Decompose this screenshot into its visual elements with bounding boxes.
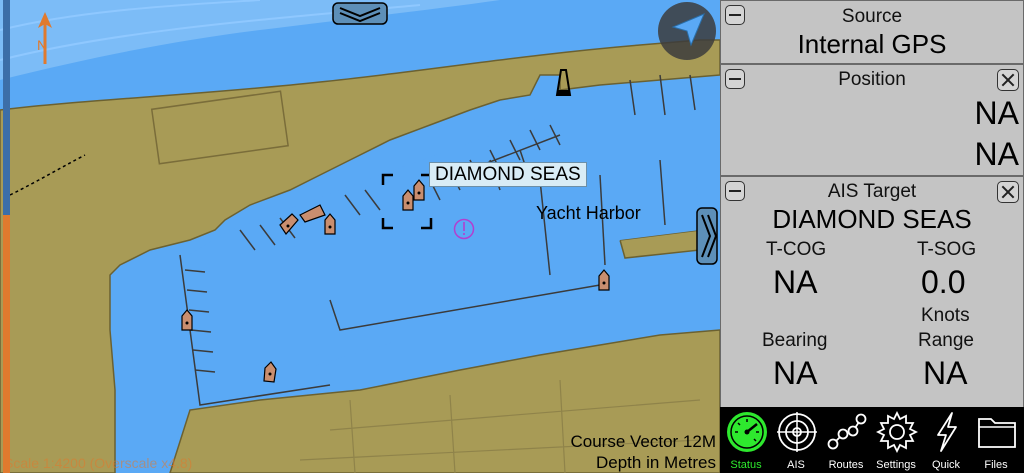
toolbar-routes-button[interactable]: Routes bbox=[821, 407, 871, 473]
toolbar-files-label: Files bbox=[984, 459, 1008, 471]
toolbar-settings-label: Settings bbox=[876, 459, 916, 471]
toolbar-routes-label: Routes bbox=[828, 459, 864, 471]
toolbar-settings-button[interactable]: Settings bbox=[871, 407, 921, 473]
harbor-label: Yacht Harbor bbox=[536, 203, 641, 223]
tcog-value: NA bbox=[773, 264, 818, 300]
depth-units-label: Depth in Metres bbox=[596, 453, 716, 472]
compass-button[interactable] bbox=[658, 2, 716, 60]
toolbar-status-button[interactable]: Status bbox=[721, 407, 771, 473]
scale-label: Scale 1:4200 (Overscale x4.8) bbox=[4, 455, 193, 471]
chevron-right-icon[interactable] bbox=[696, 207, 718, 265]
position-longitude: NA bbox=[974, 136, 1019, 172]
toolbar-files-button[interactable]: Files bbox=[971, 407, 1021, 473]
toolbar-quick-label: Quick bbox=[931, 459, 961, 471]
bearing-value: NA bbox=[773, 355, 818, 391]
gear-icon bbox=[876, 411, 918, 453]
chart-scale-bar-orange bbox=[3, 215, 10, 473]
ais-title: AIS Target bbox=[827, 181, 917, 202]
bottom-toolbar: Status AIS Routes Settings Quick Files bbox=[720, 407, 1024, 473]
toolbar-status-label: Status bbox=[730, 459, 762, 471]
position-latitude: NA bbox=[974, 95, 1019, 131]
source-value: Internal GPS bbox=[797, 29, 947, 59]
instrument-panel: Source Internal GPS Position NA NA AIS T… bbox=[720, 0, 1024, 408]
tsog-label: T-SOG bbox=[917, 239, 977, 260]
chevron-down-icon[interactable] bbox=[332, 2, 388, 25]
radar-icon bbox=[777, 412, 817, 452]
chart-canvas[interactable]: N bbox=[0, 0, 720, 473]
position-panel: Position NA NA bbox=[720, 64, 1024, 176]
course-vector-label: Course Vector 12M bbox=[570, 432, 716, 451]
svg-text:N: N bbox=[37, 37, 47, 53]
tcog-label: T-COG bbox=[766, 239, 827, 260]
toolbar-ais-button[interactable]: AIS bbox=[771, 407, 821, 473]
chart-scale-bar-blue bbox=[3, 0, 10, 215]
folder-icon bbox=[978, 418, 1016, 448]
source-panel: Source Internal GPS bbox=[720, 0, 1024, 64]
tsog-unit: Knots bbox=[921, 305, 970, 326]
nautical-chart[interactable]: N DIAMOND SEAS Yacht Harbor Course Vecto… bbox=[0, 0, 720, 473]
toolbar-ais-label: AIS bbox=[787, 459, 805, 471]
gauge-icon bbox=[727, 412, 767, 452]
range-label: Range bbox=[918, 330, 974, 351]
ais-target-panel: AIS Target DIAMOND SEAS T-COG T-SOG NA 0… bbox=[720, 176, 1024, 408]
source-title: Source bbox=[841, 6, 903, 27]
bearing-label: Bearing bbox=[762, 330, 828, 351]
ais-target-name: DIAMOND SEAS bbox=[772, 204, 972, 234]
tsog-value: 0.0 bbox=[921, 264, 966, 300]
toolbar-quick-button[interactable]: Quick bbox=[921, 407, 971, 473]
position-title: Position bbox=[838, 69, 906, 90]
lightning-icon bbox=[937, 412, 957, 452]
route-icon bbox=[827, 413, 867, 450]
vessel-name-tag[interactable]: DIAMOND SEAS bbox=[429, 162, 587, 187]
range-value: NA bbox=[923, 355, 968, 391]
